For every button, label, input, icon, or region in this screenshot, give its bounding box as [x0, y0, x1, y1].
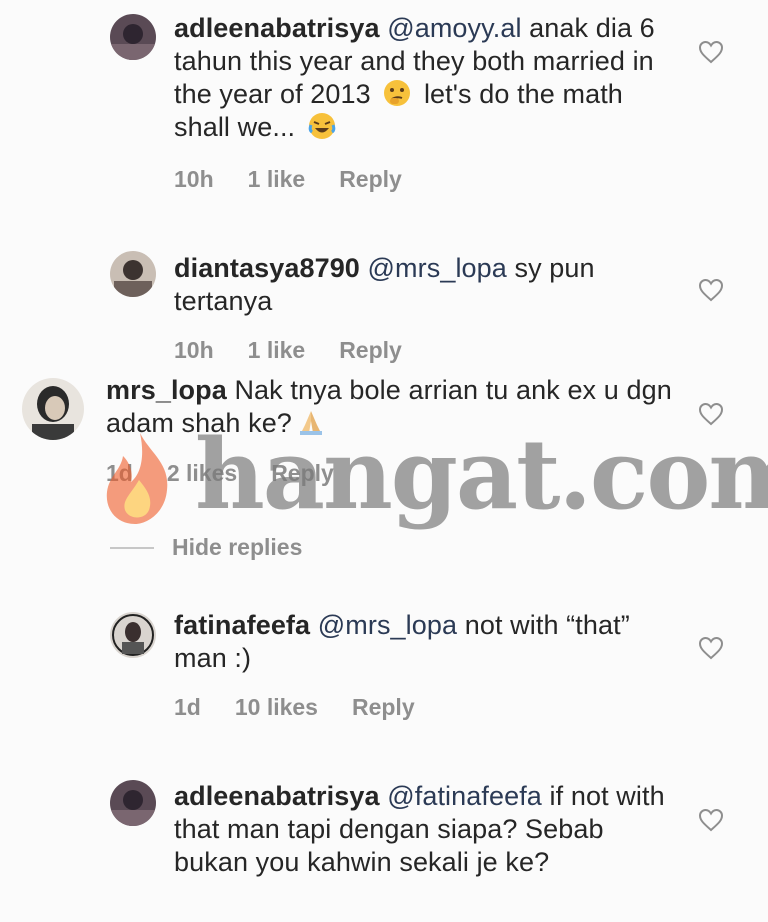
comment-body: adleenabatrisya @fatinafeefa if not with…: [174, 780, 674, 879]
divider-line: [110, 546, 154, 549]
comment-likes[interactable]: 1 like: [248, 337, 306, 363]
reply-button[interactable]: Reply: [271, 460, 334, 486]
avatar[interactable]: [110, 14, 156, 60]
comment-meta: 10h 1 like Reply: [174, 337, 436, 364]
comment-username[interactable]: diantasya8790: [174, 253, 360, 283]
hide-replies-label: Hide replies: [172, 534, 303, 560]
comment-username[interactable]: adleenabatrisya: [174, 13, 380, 43]
praying-hands-emoji: [296, 407, 326, 437]
avatar[interactable]: [22, 378, 84, 440]
avatar[interactable]: [110, 780, 156, 826]
comments-screen: adleenabatrisya @amoyy.al anak dia 6 tah…: [0, 0, 768, 922]
comment-meta: 10h 1 like Reply: [174, 166, 436, 193]
hide-replies-button[interactable]: Hide replies: [110, 534, 302, 561]
avatar[interactable]: [110, 612, 156, 658]
comment-mention[interactable]: @fatinafeefa: [387, 781, 542, 811]
reply-button[interactable]: Reply: [339, 337, 402, 363]
comment-likes[interactable]: 10 likes: [235, 694, 318, 720]
comment-likes[interactable]: 2 likes: [167, 460, 237, 486]
comment-meta: 1d 2 likes Reply: [106, 460, 368, 487]
reply-button[interactable]: Reply: [352, 694, 415, 720]
comment-mention[interactable]: @mrs_lopa: [318, 610, 457, 640]
comment-time: 10h: [174, 166, 214, 192]
comment-body: fatinafeefa @mrs_lopa not with “that” ma…: [174, 609, 674, 675]
comment-time: 10h: [174, 337, 214, 363]
comment-username[interactable]: adleenabatrisya: [174, 781, 380, 811]
thinking-face-emoji: [382, 78, 412, 108]
comment-time: 1d: [174, 694, 201, 720]
comment-meta: 1d 10 likes Reply: [174, 694, 449, 721]
like-heart-icon[interactable]: [698, 402, 724, 426]
avatar[interactable]: [110, 251, 156, 297]
reply-button[interactable]: Reply: [339, 166, 402, 192]
like-heart-icon[interactable]: [698, 40, 724, 64]
comment-username[interactable]: mrs_lopa: [106, 375, 227, 405]
comment-body: diantasya8790 @mrs_lopa sy pun tertanya: [174, 252, 674, 318]
comment-mention[interactable]: @mrs_lopa: [368, 253, 507, 283]
comment-time: 1d: [106, 460, 133, 486]
comment-username[interactable]: fatinafeefa: [174, 610, 310, 640]
comment-body: adleenabatrisya @amoyy.al anak dia 6 tah…: [174, 12, 674, 144]
like-heart-icon[interactable]: [698, 636, 724, 660]
comment-body: mrs_lopa Nak tnya bole arrian tu ank ex …: [106, 374, 686, 440]
comment-mention[interactable]: @amoyy.al: [387, 13, 521, 43]
like-heart-icon[interactable]: [698, 808, 724, 832]
like-heart-icon[interactable]: [698, 278, 724, 302]
comment-likes[interactable]: 1 like: [248, 166, 306, 192]
laughing-tears-emoji: [307, 111, 337, 141]
